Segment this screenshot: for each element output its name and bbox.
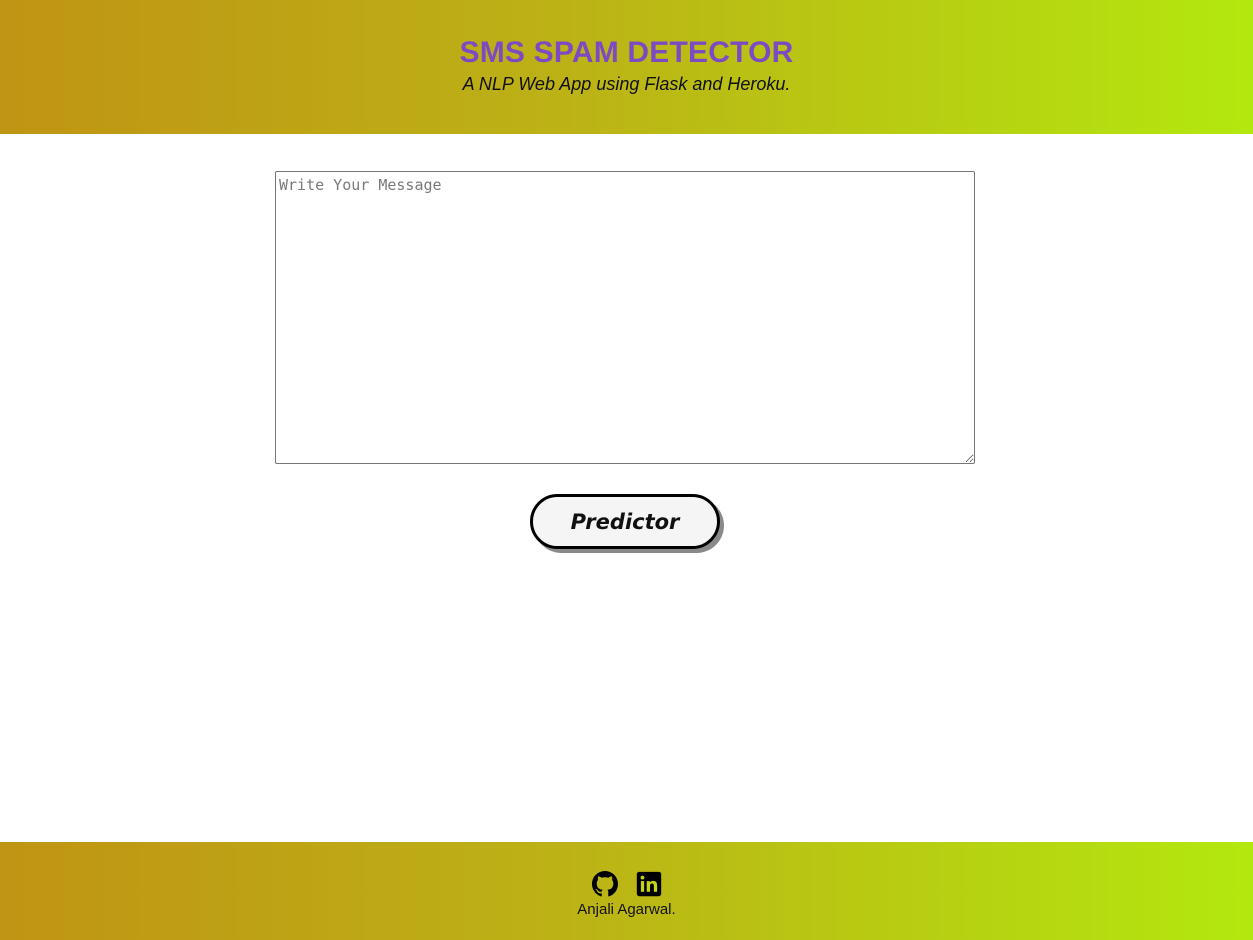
- page-footer: Anjali Agarwal.: [0, 842, 1253, 940]
- github-icon: [591, 871, 618, 897]
- page-title: SMS SPAM DETECTOR: [459, 36, 794, 69]
- author-credit: Anjali Agarwal.: [577, 901, 676, 918]
- linkedin-icon: [636, 871, 661, 897]
- linkedin-link[interactable]: [636, 871, 662, 897]
- page-header: SMS SPAM DETECTOR A NLP Web App using Fl…: [0, 0, 1253, 134]
- social-links: [0, 871, 1253, 897]
- predict-button[interactable]: Predictor: [530, 494, 720, 549]
- message-input[interactable]: [275, 171, 975, 464]
- github-link[interactable]: [591, 871, 618, 897]
- page-subtitle: A NLP Web App using Flask and Heroku.: [462, 74, 791, 94]
